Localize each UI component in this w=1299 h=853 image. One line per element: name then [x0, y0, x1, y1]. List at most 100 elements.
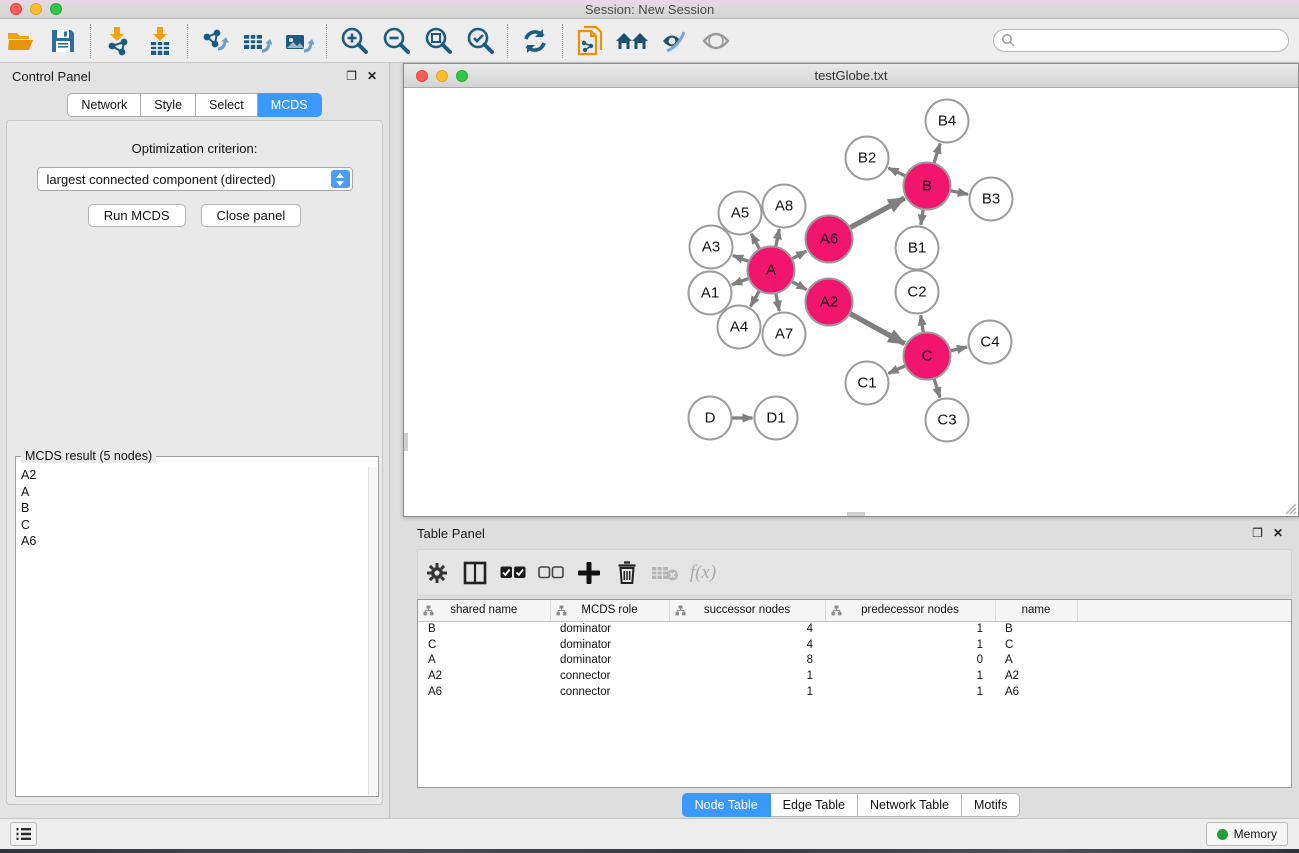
table-cell[interactable]: A2 [995, 668, 1077, 684]
node-D[interactable]: D [689, 397, 732, 440]
canvas-scroll-nub[interactable] [847, 512, 865, 516]
open-session-button[interactable] [0, 22, 42, 60]
table-cell[interactable]: 4 [669, 621, 825, 637]
edge-C-C4[interactable] [950, 347, 967, 351]
table-cell[interactable]: dominator [550, 637, 669, 653]
table-cell[interactable] [1077, 684, 1291, 700]
edge-A-A7[interactable] [776, 293, 780, 311]
table-cell[interactable] [1077, 621, 1291, 637]
show-columns-button[interactable] [456, 553, 494, 593]
function-builder-button[interactable]: f(x) [684, 553, 722, 593]
apply-layout-button[interactable] [514, 22, 556, 60]
tab-style[interactable]: Style [141, 93, 196, 117]
result-scrollbar[interactable] [368, 467, 377, 795]
tab-node-table[interactable]: Node Table [682, 793, 771, 817]
table-cell[interactable]: connector [550, 684, 669, 700]
edge-C-C1[interactable] [888, 366, 905, 374]
node-B3[interactable]: B3 [970, 178, 1013, 221]
node-B2[interactable]: B2 [846, 137, 889, 180]
close-panel-icon[interactable]: ✕ [367, 70, 377, 82]
export-image-button[interactable] [278, 22, 320, 60]
edge-B-B4[interactable] [934, 143, 940, 163]
edge-B-B3[interactable] [950, 191, 968, 195]
run-mcds-button[interactable]: Run MCDS [88, 204, 186, 227]
node-D1[interactable]: D1 [755, 397, 798, 440]
first-neighbors-button[interactable] [611, 22, 653, 60]
close-panel-icon[interactable]: ✕ [1273, 527, 1283, 539]
tab-motifs[interactable]: Motifs [962, 793, 1020, 817]
canvas-scroll-nub[interactable] [404, 433, 408, 451]
node-A6[interactable]: A6 [806, 216, 853, 263]
table-cell[interactable]: 4 [669, 637, 825, 653]
table-cell[interactable]: 1 [669, 684, 825, 700]
column-header-successor-nodes[interactable]: successor nodes [669, 600, 825, 621]
close-panel-button[interactable]: Close panel [201, 204, 302, 227]
table-row[interactable]: Cdominator41C [418, 637, 1291, 653]
table-cell[interactable]: C [418, 637, 550, 653]
criterion-select[interactable]: largest connected component (directed) [37, 167, 353, 191]
table-cell[interactable] [1077, 668, 1291, 684]
table-cell[interactable]: 1 [825, 621, 995, 637]
tab-network[interactable]: Network [67, 93, 141, 117]
node-A5[interactable]: A5 [719, 192, 762, 235]
zoom-out-button[interactable] [375, 22, 417, 60]
table-cell[interactable]: 8 [669, 652, 825, 668]
node-A2[interactable]: A2 [806, 279, 853, 326]
table-cell[interactable]: dominator [550, 621, 669, 637]
table-cell[interactable]: B [418, 621, 550, 637]
memory-button[interactable]: Memory [1206, 822, 1288, 846]
node-table[interactable]: shared nameMCDS rolesuccessor nodesprede… [418, 600, 1292, 699]
node-C3[interactable]: C3 [926, 399, 969, 442]
table-cell[interactable]: A2 [418, 668, 550, 684]
result-list-item[interactable]: A [16, 484, 367, 501]
new-network-button[interactable] [569, 22, 611, 60]
table-row[interactable]: Bdominator41B [418, 621, 1291, 637]
show-graphics-button[interactable] [695, 22, 737, 60]
node-A[interactable]: A [748, 247, 795, 294]
column-header-name[interactable]: name [995, 600, 1077, 621]
node-A1[interactable]: A1 [689, 272, 732, 315]
table-row[interactable]: A2connector11A2 [418, 668, 1291, 684]
column-header-shared-name[interactable]: shared name [418, 600, 550, 621]
table-row[interactable]: Adominator80A [418, 652, 1291, 668]
table-cell[interactable]: 1 [669, 668, 825, 684]
node-A8[interactable]: A8 [763, 185, 806, 228]
node-C1[interactable]: C1 [846, 362, 889, 405]
edge-A-A3[interactable] [733, 255, 749, 261]
tab-select[interactable]: Select [196, 93, 258, 117]
table-cell[interactable]: 1 [825, 637, 995, 653]
node-A4[interactable]: A4 [718, 306, 761, 349]
edge-A-A6[interactable] [792, 251, 807, 259]
table-cell[interactable] [1077, 637, 1291, 653]
export-network-button[interactable] [194, 22, 236, 60]
deselect-all-rows-button[interactable] [532, 553, 570, 593]
import-network-button[interactable] [97, 22, 139, 60]
zoom-in-button[interactable] [333, 22, 375, 60]
result-list-item[interactable]: B [16, 500, 367, 517]
network-canvas[interactable]: B4B2BB3A8A5A6A3B1AA1C2A2A4A7C4CC1C3DD1 [404, 88, 1298, 516]
edge-A2-C[interactable] [850, 313, 905, 343]
edge-C-C2[interactable] [921, 315, 924, 333]
edge-A6-B[interactable] [850, 198, 905, 228]
tab-mcds[interactable]: MCDS [258, 93, 322, 117]
node-C2[interactable]: C2 [896, 271, 939, 314]
search-input[interactable] [993, 29, 1289, 52]
table-cell[interactable]: A6 [418, 684, 550, 700]
delete-column-button[interactable] [608, 553, 646, 593]
edge-B-B1[interactable] [921, 209, 924, 225]
table-cell[interactable]: B [995, 621, 1077, 637]
table-cell[interactable]: A [418, 652, 550, 668]
resize-grip-icon[interactable] [1283, 501, 1297, 515]
save-session-button[interactable] [42, 22, 84, 60]
edge-A-A4[interactable] [751, 290, 760, 306]
table-cell[interactable] [1077, 652, 1291, 668]
node-A3[interactable]: A3 [690, 226, 733, 269]
result-list-item[interactable]: A6 [16, 533, 367, 550]
table-cell[interactable]: 0 [825, 652, 995, 668]
node-A7[interactable]: A7 [763, 313, 806, 356]
node-B1[interactable]: B1 [896, 227, 939, 270]
node-B[interactable]: B [904, 163, 951, 210]
create-column-button[interactable] [570, 553, 608, 593]
export-table-button[interactable] [236, 22, 278, 60]
node-C4[interactable]: C4 [969, 321, 1012, 364]
